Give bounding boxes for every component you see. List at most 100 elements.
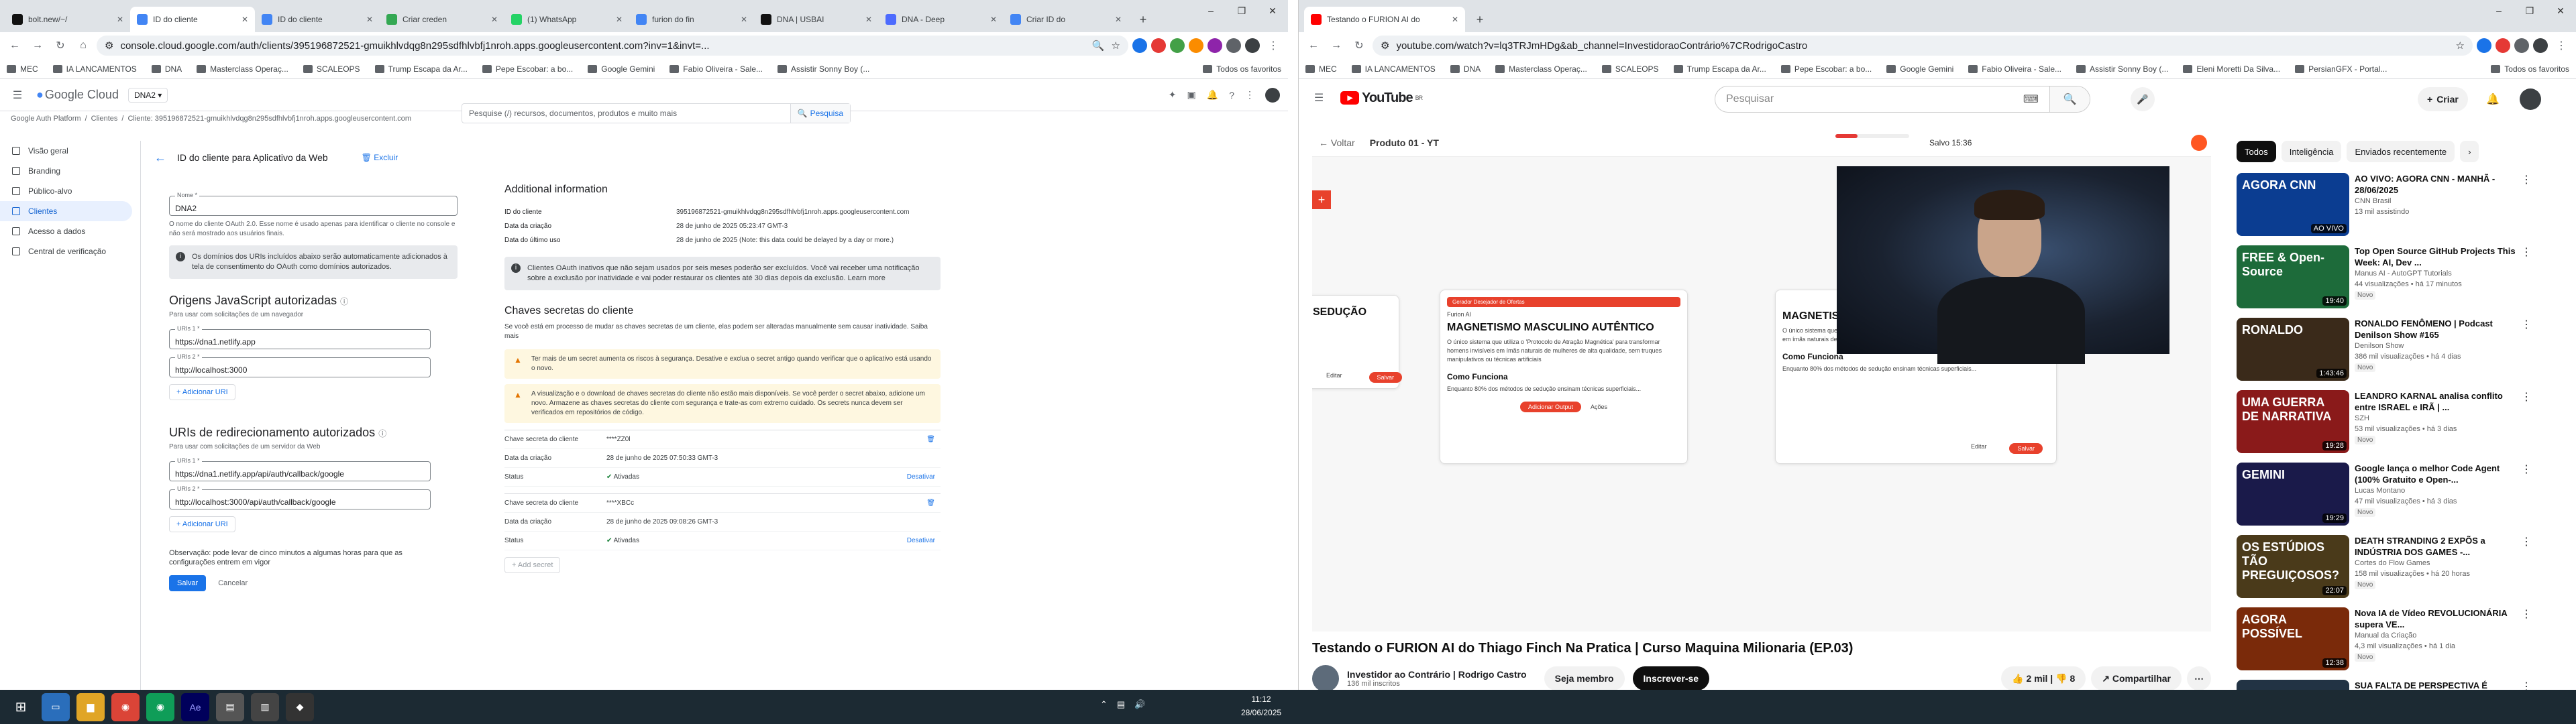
project-selector[interactable]: DNA2 ▾ <box>127 87 168 103</box>
add-js-uri-button[interactable]: + Adicionar URI <box>169 384 235 400</box>
bookmark-item[interactable]: Fabio Oliveira - Sale... <box>669 64 763 74</box>
save-button[interactable]: Salvar <box>2009 443 2043 454</box>
recommendation-item[interactable]: AGORA CNN AO VIVO AO VIVO: AGORA CNN - MAN… <box>2237 173 2532 241</box>
file-explorer-icon[interactable]: ▆ <box>76 692 105 721</box>
minimize-button[interactable]: – <box>1195 0 1226 21</box>
extension-icon[interactable] <box>1132 38 1147 53</box>
search-button[interactable]: 🔍 <box>2049 86 2090 112</box>
channel-avatar[interactable] <box>1312 665 1339 690</box>
more-actions-icon[interactable]: ⋯ <box>2187 666 2211 690</box>
video-thumbnail[interactable] <box>2237 680 2349 690</box>
maximize-button[interactable]: ❐ <box>1226 0 1257 21</box>
extension-icon[interactable] <box>2514 38 2529 53</box>
close-tab-icon[interactable]: ✕ <box>741 15 747 24</box>
avatar[interactable] <box>2533 38 2548 53</box>
close-tab-icon[interactable]: ✕ <box>241 15 248 24</box>
subscribe-button[interactable]: Inscrever-se <box>1632 666 1710 690</box>
extension-icon[interactable] <box>2477 38 2491 53</box>
tab-item[interactable]: DNA | USBAI ✕ <box>754 7 879 32</box>
bookmark-item[interactable]: MEC <box>7 64 38 74</box>
filter-chip[interactable]: Todos <box>2237 141 2276 162</box>
bookmark-item[interactable]: Google Gemini <box>588 64 655 74</box>
tray-expand-icon[interactable]: ⌃ <box>1100 699 1108 710</box>
avatar[interactable] <box>1265 87 1280 103</box>
bookmark-item[interactable]: Trump Escapa da Ar... <box>1673 64 1766 74</box>
close-tab-icon[interactable]: ✕ <box>865 15 872 24</box>
gcp-search-input[interactable]: Pesquise (/) recursos, documentos, produ… <box>462 103 851 123</box>
app-icon[interactable]: ◆ <box>286 692 314 721</box>
js-uri-2-field[interactable]: URIs 2 * http://localhost:3000 <box>169 353 431 377</box>
close-tab-icon[interactable]: ✕ <box>1115 15 1122 24</box>
reload-icon[interactable]: ↻ <box>1350 36 1368 55</box>
bookmark-item[interactable]: Masterclass Operaç... <box>197 64 288 74</box>
search-button[interactable]: 🔍 Pesquisa <box>790 104 850 123</box>
recommendation-channel[interactable]: Lucas Montano <box>2355 485 2516 496</box>
recommendation-title[interactable]: Nova IA de Vídeo REVOLUCIONÁRIA supera V… <box>2355 607 2516 630</box>
youtube-logo[interactable]: ▶ YouTube BR <box>1340 90 1423 106</box>
breadcrumb-item[interactable]: Google Auth Platform <box>11 115 81 123</box>
more-options-icon[interactable]: ⋮ <box>2521 318 2532 386</box>
notifications-icon[interactable]: 🔔 <box>1207 89 1218 101</box>
video-thumbnail[interactable]: GEMINI 19:29 <box>2237 463 2349 526</box>
disable-secret-button[interactable]: Desativar <box>907 537 935 544</box>
chrome-profile-icon[interactable]: ◉ <box>146 692 174 721</box>
close-tab-icon[interactable]: ✕ <box>616 15 623 24</box>
bookmark-item[interactable]: Trump Escapa da Ar... <box>374 64 468 74</box>
bookmark-star-icon[interactable]: ☆ <box>2456 40 2465 52</box>
redirect-uri-1-field[interactable]: URIs 1 * https://dna1.netlify.app/api/aut… <box>169 457 431 481</box>
extension-icon[interactable] <box>1170 38 1185 53</box>
redirect-uri-2-field[interactable]: URIs 2 * http://localhost:3000/api/auth/c… <box>169 485 431 509</box>
recommendation-title[interactable]: LEANDRO KARNAL analisa conflito entre IS… <box>2355 390 2516 413</box>
bookmark-item[interactable]: SCALEOPS <box>303 64 360 74</box>
share-button[interactable]: ↗ Compartilhar <box>2091 666 2182 690</box>
bookmark-item[interactable]: PersianGFX - Portal... <box>2295 64 2387 74</box>
bookmark-item[interactable]: IA LANCAMENTOS <box>52 64 137 74</box>
delete-secret-icon[interactable]: 🗑 <box>926 499 935 507</box>
more-options-icon[interactable]: ⋮ <box>2521 245 2532 314</box>
close-window-button[interactable]: ✕ <box>1257 0 1288 21</box>
recommendation-title[interactable]: Google lança o melhor Code Agent (100% G… <box>2355 463 2516 485</box>
keyboard-icon[interactable]: ⌨ <box>2023 93 2039 106</box>
tab-item[interactable]: (1) WhatsApp ✕ <box>504 7 629 32</box>
app-icon[interactable]: ▥ <box>251 692 279 721</box>
tab-item[interactable]: furion do fin ✕ <box>629 7 754 32</box>
chrome-icon[interactable]: ◉ <box>111 692 140 721</box>
all-bookmarks-folder[interactable]: Todos os favoritos <box>2491 64 2569 74</box>
back-icon[interactable]: ← <box>5 36 24 55</box>
save-button[interactable]: Salvar <box>169 575 207 591</box>
bookmark-item[interactable]: Pepe Escobar: a bo... <box>482 64 573 74</box>
breadcrumb-item[interactable]: Cliente: 395196872521-gmuikhlvdqg8n295sd… <box>127 115 411 123</box>
home-icon[interactable]: ⌂ <box>74 36 93 55</box>
sidebar-item[interactable]: Público-alvo <box>0 181 140 201</box>
new-tab-button[interactable]: + <box>1470 10 1489 29</box>
url-bar[interactable]: ⚙ console.cloud.google.com/auth/clients/… <box>97 36 1128 56</box>
filter-chip[interactable]: Enviados recentemente <box>2347 141 2455 162</box>
add-secret-button[interactable]: + Add secret <box>504 557 561 573</box>
add-redirect-uri-button[interactable]: + Adicionar URI <box>169 516 235 532</box>
recommendation-channel[interactable]: Cortes do Flow Games <box>2355 558 2516 568</box>
edit-button[interactable]: Editar <box>1971 443 1987 454</box>
video-player[interactable]: ← Voltar Produto 01 - YT Salvo 15:36 + S… <box>1312 129 2211 631</box>
avatar[interactable] <box>1245 38 1260 53</box>
tab-youtube[interactable]: Testando o FURION AI do ✕ <box>1304 7 1465 32</box>
back-icon[interactable]: ← <box>1304 36 1323 55</box>
tab-item[interactable]: bolt.new/~/ ✕ <box>5 7 130 32</box>
more-options-icon[interactable]: ⋮ <box>2521 607 2532 676</box>
notifications-icon[interactable]: 🔔 <box>2486 93 2500 106</box>
bookmark-item[interactable]: MEC <box>1305 64 1337 74</box>
recommendation-item[interactable]: OS ESTÚDIOS TÃO PREGUIÇOSOS? 22:07 DEATH S… <box>2237 535 2532 603</box>
monitor-app-icon[interactable]: ▭ <box>42 692 70 721</box>
delete-secret-icon[interactable]: 🗑 <box>926 436 935 443</box>
new-tab-button[interactable]: + <box>1134 10 1152 29</box>
filter-chip[interactable]: Inteligência <box>2281 141 2342 162</box>
forward-icon[interactable]: → <box>28 36 47 55</box>
sidebar-item[interactable]: Acesso a dados <box>0 221 140 241</box>
help-icon[interactable]: ⓘ <box>378 429 386 438</box>
menu-icon[interactable]: ⋮ <box>2552 36 2571 55</box>
create-button[interactable]: + Criar <box>2418 87 2468 111</box>
more-options-icon[interactable]: ⋮ <box>2521 390 2532 459</box>
after-effects-icon[interactable]: Ae <box>181 692 209 721</box>
recommendation-title[interactable]: DEATH STRANDING 2 EXPÕS a INDÚSTRIA DOS … <box>2355 535 2516 558</box>
cancel-button[interactable]: Cancelar <box>213 575 253 591</box>
back-link[interactable]: ← Voltar <box>1319 137 1355 148</box>
